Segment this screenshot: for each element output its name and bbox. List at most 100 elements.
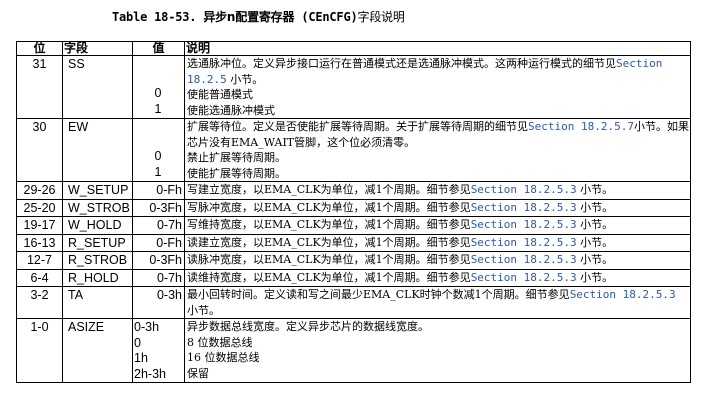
description-cell: 异步数据总线宽度。定义异步芯片的数据线宽度。 8 位数据总线 16 位数据总线 … xyxy=(184,318,691,383)
field-cell: W_HOLD xyxy=(62,216,133,235)
description-cell: 读建立宽度，以EMA_CLK为单位，减1个周期。细节参见Section 18.2… xyxy=(184,233,691,252)
value-option: 1h xyxy=(134,351,148,365)
bit-cell: 25-20 xyxy=(16,198,63,217)
field-cell: ASIZE xyxy=(62,318,133,383)
description-cell: 写建立宽度，以EMA_CLK为单位，减1个周期。细节参见Section 18.2… xyxy=(184,181,691,200)
value-cell: 0-Fh xyxy=(132,233,185,252)
table-row: 30 EW 0 1 扩展等待位。定义是否使能扩展等待周期。关于扩展等待周期的细节… xyxy=(16,118,691,182)
value-option: 0 xyxy=(154,149,162,163)
description-text: 读脉冲宽度，以EMA_CLK为单位，减1个周期。细节参见 xyxy=(187,253,471,266)
field-cell: TA xyxy=(62,286,133,319)
bit-cell: 31 xyxy=(16,55,63,119)
caption-title: 异步n配置寄存器 xyxy=(203,10,295,24)
value-cell: 0-Fh xyxy=(132,181,185,200)
caption-label: Table 18-53. xyxy=(112,10,197,24)
description-text: 写建立宽度，以EMA_CLK为单位，减1个周期。细节参见 xyxy=(187,183,471,196)
table-row: 19-17 W_HOLD 0-7h 写维持宽度，以EMA_CLK为单位，减1个周… xyxy=(16,216,691,235)
section-link[interactable]: Section 18.2.5.3 xyxy=(471,271,577,284)
option-description: 使能扩展等待周期。 xyxy=(187,166,286,180)
description-text: 小节。 xyxy=(580,235,614,249)
description-cell: 扩展等待位。定义是否使能扩展等待周期。关于扩展等待周期的细节见Section 1… xyxy=(184,118,691,182)
field-cell: SS xyxy=(62,55,133,119)
option-description: 16 位数据总线 xyxy=(187,351,260,364)
table-row: 6-4 R_HOLD 0-7h 读维持宽度，以EMA_CLK为单位，减1个周期。… xyxy=(16,268,691,287)
option-description: 使能普通模式 xyxy=(187,88,253,101)
field-cell: W_SETUP xyxy=(62,181,133,200)
table-header-row: 位 字段 值 说明 xyxy=(16,41,691,56)
description-text: 小节。 xyxy=(580,218,614,231)
description-text: 小节。 xyxy=(580,200,614,214)
field-cell: R_HOLD xyxy=(62,268,133,287)
description-text: 小节。 xyxy=(580,253,614,266)
field-cell: R_STROB xyxy=(62,251,133,270)
table-row: 3-2 TA 0-3h 最小回转时间。定义读和写之间最少EMA_CLK时钟个数减… xyxy=(16,286,691,319)
value-cell: 0 1 xyxy=(132,118,185,182)
value-option: 2h-3h xyxy=(134,366,166,381)
caption-register: (CEnCFG) xyxy=(301,10,358,24)
table-caption: Table 18-53. 异步n配置寄存器 (CEnCFG)字段说明 xyxy=(112,8,405,25)
description-text: 选通脉冲位。定义异步接口运行在普通模式还是选通脉冲模式。这两种运行模式的细节见 xyxy=(187,57,616,70)
bit-cell: 3-2 xyxy=(16,286,63,319)
value-option: 1 xyxy=(154,164,162,179)
section-link[interactable]: Section 18.2.5.7 xyxy=(528,120,634,133)
header-bit: 位 xyxy=(16,41,63,56)
bit-cell: 29-26 xyxy=(16,181,63,200)
bit-cell: 6-4 xyxy=(16,268,63,287)
field-cell: EW xyxy=(62,118,133,182)
section-link[interactable]: Section 18.2.5.3 xyxy=(471,183,577,196)
header-description: 说明 xyxy=(184,41,691,56)
bit-cell: 12-7 xyxy=(16,251,63,270)
description-text: 读建立宽度，以EMA_CLK为单位，减1个周期。细节参见 xyxy=(187,235,471,249)
table-row: 29-26 W_SETUP 0-Fh 写建立宽度，以EMA_CLK为单位，减1个… xyxy=(16,181,691,200)
value-option: 0-3h xyxy=(134,320,160,334)
caption-tail: 字段说明 xyxy=(357,10,405,24)
value-cell: 0 1 xyxy=(132,55,185,119)
table-row: 12-7 R_STROB 0-3Fh 读脉冲宽度，以EMA_CLK为单位，减1个… xyxy=(16,251,691,270)
value-cell: 0-7h xyxy=(132,268,185,287)
header-value: 值 xyxy=(132,41,185,56)
description-text: 小节。 xyxy=(187,303,220,317)
description-cell: 写维持宽度，以EMA_CLK为单位，减1个周期。细节参见Section 18.2… xyxy=(184,216,691,235)
header-field: 字段 xyxy=(62,41,133,56)
description-text: 写维持宽度，以EMA_CLK为单位，减1个周期。细节参见 xyxy=(187,218,471,231)
description-text: 异步数据总线宽度。定义异步芯片的数据线宽度。 xyxy=(187,320,429,333)
description-text: 写脉冲宽度，以EMA_CLK为单位，减1个周期。细节参见 xyxy=(187,200,471,214)
section-link[interactable]: Section 18.2.5.3 xyxy=(471,236,577,249)
description-cell: 读脉冲宽度，以EMA_CLK为单位，减1个周期。细节参见Section 18.2… xyxy=(184,251,691,270)
option-description: 保留 xyxy=(187,366,209,380)
field-cell: W_STROB xyxy=(62,198,133,217)
option-description: 禁止扩展等待周期。 xyxy=(187,151,286,164)
section-link[interactable]: Section 18.2.5.3 xyxy=(471,201,577,214)
description-cell: 选通脉冲位。定义异步接口运行在普通模式还是选通脉冲模式。这两种运行模式的细节见S… xyxy=(184,55,691,119)
description-text: 读维持宽度，以EMA_CLK为单位，减1个周期。细节参见 xyxy=(187,270,471,284)
description-text: 扩展等待位。定义是否使能扩展等待周期。关于扩展等待周期的细节见 xyxy=(187,120,528,133)
bit-cell: 16-13 xyxy=(16,233,63,252)
table-row: 31 SS 0 1 选通脉冲位。定义异步接口运行在普通模式还是选通脉冲模式。这两… xyxy=(16,55,691,119)
option-description: 8 位数据总线 xyxy=(187,335,253,349)
value-option: 0 xyxy=(154,86,162,100)
description-text: 最小回转时间。定义读和写之间最少EMA_CLK时钟个数减1个周期。细节参见 xyxy=(187,288,570,301)
description-text: 小节。 xyxy=(580,183,614,196)
description-cell: 最小回转时间。定义读和写之间最少EMA_CLK时钟个数减1个周期。细节参见Sec… xyxy=(184,286,691,319)
register-field-table: 位 字段 值 说明 31 SS 0 1 选通脉冲位。定义异步接口运行在普通模式还… xyxy=(16,41,691,383)
value-cell: 0-3h xyxy=(132,286,185,319)
description-cell: 读维持宽度，以EMA_CLK为单位，减1个周期。细节参见Section 18.2… xyxy=(184,268,691,287)
value-option: 1 xyxy=(154,101,162,116)
description-cell: 写脉冲宽度，以EMA_CLK为单位，减1个周期。细节参见Section 18.2… xyxy=(184,198,691,217)
value-option: 0 xyxy=(134,335,141,350)
table-row: 16-13 R_SETUP 0-Fh 读建立宽度，以EMA_CLK为单位，减1个… xyxy=(16,233,691,252)
table-row: 1-0 ASIZE 0-3h 0 1h 2h-3h 异步数据总线宽度。定义异步芯… xyxy=(16,318,691,383)
value-cell: 0-7h xyxy=(132,216,185,235)
bit-cell: 30 xyxy=(16,118,63,182)
section-link[interactable]: Section 18.2.5.3 xyxy=(570,288,676,301)
section-link[interactable]: Section 18.2.5.3 xyxy=(471,218,577,231)
section-link[interactable]: Section 18.2.5.3 xyxy=(471,253,577,266)
value-cell: 0-3Fh xyxy=(132,251,185,270)
field-cell: R_SETUP xyxy=(62,233,133,252)
description-text: 小节。 xyxy=(580,270,614,284)
value-cell: 0-3h 0 1h 2h-3h xyxy=(132,318,185,383)
bit-cell: 1-0 xyxy=(16,318,63,383)
value-cell: 0-3Fh xyxy=(132,198,185,217)
description-text: 小节。 xyxy=(230,72,264,86)
bit-cell: 19-17 xyxy=(16,216,63,235)
